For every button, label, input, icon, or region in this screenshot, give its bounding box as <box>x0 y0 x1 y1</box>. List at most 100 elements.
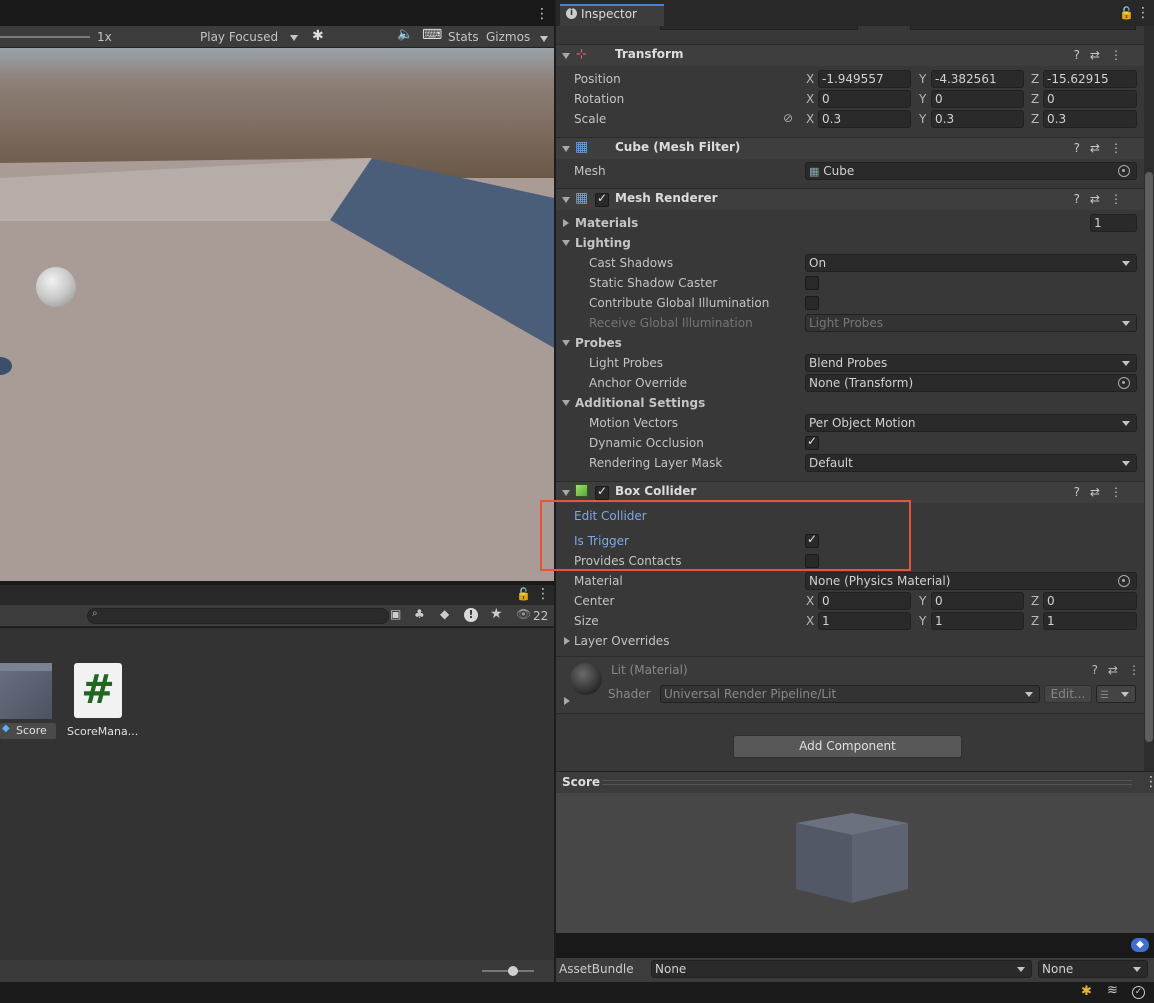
foldout-arrow-icon[interactable] <box>562 490 570 496</box>
center-x-field[interactable]: 0 <box>818 592 911 610</box>
sphere-object[interactable] <box>36 267 76 307</box>
probes-foldout[interactable]: Probes <box>575 333 622 353</box>
axis-x-label: X <box>806 72 815 86</box>
foldout-arrow-icon[interactable] <box>562 53 570 59</box>
foldout-arrow-icon[interactable] <box>562 146 570 152</box>
dynamic-occlusion-checkbox[interactable] <box>805 434 819 450</box>
asset-item-scoremanager[interactable]: # ScoreMana... <box>64 663 138 738</box>
label-icon[interactable]: ◆ <box>440 607 449 621</box>
gizmos-button[interactable]: Gizmos <box>486 27 530 47</box>
component-header-icons[interactable]: ?⇄⋮ <box>1074 192 1132 206</box>
scale-z-field[interactable]: 0.3 <box>1043 110 1137 128</box>
center-y-field[interactable]: 0 <box>931 592 1024 610</box>
scale-slider[interactable] <box>0 36 90 38</box>
size-x-field[interactable]: 1 <box>818 612 911 630</box>
mesh-filter-header[interactable]: ▦ Cube (Mesh Filter) ?⇄⋮ <box>556 137 1144 159</box>
cast-shadows-dropdown[interactable]: On <box>805 254 1137 272</box>
motion-vectors-dropdown[interactable]: Per Object Motion <box>805 414 1137 432</box>
bug-icon[interactable]: ✱ <box>312 28 324 44</box>
foldout-arrow-icon[interactable] <box>562 197 570 203</box>
position-z-field[interactable]: -15.62915 <box>1043 70 1137 88</box>
material-header-icons[interactable]: ?⇄⋮ <box>1092 663 1150 677</box>
scale-y-field[interactable]: 0.3 <box>931 110 1024 128</box>
position-x-field[interactable]: -1.949557 <box>818 70 911 88</box>
physics-material-field[interactable]: None (Physics Material) <box>805 572 1137 590</box>
preview-drag-bar[interactable] <box>602 780 1132 785</box>
materials-label[interactable]: Materials <box>575 213 638 233</box>
static-shadow-checkbox[interactable] <box>805 276 819 290</box>
scrollbar-thumb[interactable] <box>1145 172 1153 742</box>
light-probes-dropdown[interactable]: Blend Probes <box>805 354 1137 372</box>
foldout-arrow-icon[interactable] <box>563 219 569 227</box>
inspector-scrollbar[interactable] <box>1144 26 1154 771</box>
shader-options-dropdown[interactable]: ☰ <box>1096 685 1136 703</box>
favorite-star-icon[interactable]: ★ <box>490 606 503 622</box>
eye-icon[interactable]: 👁 <box>516 607 531 621</box>
rotation-x-field[interactable]: 0 <box>818 90 911 108</box>
additional-settings-foldout[interactable]: Additional Settings <box>575 393 705 413</box>
add-component-button[interactable]: Add Component <box>733 735 962 758</box>
mesh-renderer-header[interactable]: ▦ Mesh Renderer ?⇄⋮ <box>556 188 1144 210</box>
lighting-foldout[interactable]: Lighting <box>575 233 631 253</box>
rotation-y-field[interactable]: 0 <box>931 90 1024 108</box>
search-filter-icon[interactable]: ▣ <box>390 607 401 621</box>
tag-dropdown[interactable] <box>660 26 858 30</box>
more-options-icon[interactable]: ⋮ <box>1136 5 1150 21</box>
lock-icon[interactable]: 🔓 <box>516 587 531 601</box>
position-y-field[interactable]: -4.382561 <box>931 70 1024 88</box>
foldout-arrow-icon[interactable] <box>562 400 570 406</box>
layer-overrides-foldout[interactable]: Layer Overrides <box>574 631 669 651</box>
audio-icon[interactable]: 🔈 <box>397 27 413 42</box>
lock-icon[interactable]: 🔓 <box>1119 6 1134 20</box>
layers-icon[interactable]: ≋ <box>1107 983 1118 998</box>
gizmos-chevron-icon[interactable] <box>540 36 548 42</box>
tab-inspector[interactable]: i Inspector <box>560 4 664 26</box>
transform-header[interactable]: ⊹ Transform ?⇄⋮ <box>556 44 1144 66</box>
foldout-arrow-icon[interactable] <box>562 340 570 346</box>
object-picker-icon[interactable] <box>1118 575 1130 587</box>
component-header-icons[interactable]: ?⇄⋮ <box>1074 141 1132 155</box>
anchor-override-field[interactable]: None (Transform) <box>805 374 1137 392</box>
size-y-field[interactable]: 1 <box>931 612 1024 630</box>
component-header-icons[interactable]: ?⇄⋮ <box>1074 48 1132 62</box>
foldout-arrow-icon[interactable] <box>564 697 570 705</box>
game-viewport[interactable] <box>0 48 554 581</box>
layer-dropdown[interactable] <box>910 26 1136 30</box>
asset-bundle-variant-dropdown[interactable]: None <box>1038 960 1148 978</box>
contribute-gi-checkbox[interactable] <box>805 296 819 310</box>
unlink-icon[interactable]: ⊘ <box>783 111 793 125</box>
anchor-override-value: None (Transform) <box>809 376 914 390</box>
axis-x-label: X <box>806 594 815 608</box>
scale-x-field[interactable]: 0.3 <box>818 110 911 128</box>
rotation-z-field[interactable]: 0 <box>1043 90 1137 108</box>
more-options-icon[interactable]: ⋮ <box>1144 774 1154 790</box>
project-search-input[interactable]: ⌕ <box>87 608 389 624</box>
enabled-checkbox[interactable] <box>595 484 609 500</box>
zoom-slider-thumb[interactable] <box>508 966 518 976</box>
center-z-field[interactable]: 0 <box>1043 592 1137 610</box>
object-picker-icon[interactable] <box>1118 165 1130 177</box>
enabled-checkbox[interactable] <box>595 191 609 207</box>
check-status-icon[interactable]: ✓ <box>1132 986 1145 999</box>
foldout-arrow-icon[interactable] <box>564 637 570 645</box>
filter-type-icon[interactable]: ♣ <box>414 607 425 621</box>
stats-button[interactable]: Stats <box>448 27 479 47</box>
tag-icon[interactable]: ◆ <box>1131 938 1149 952</box>
more-options-icon[interactable]: ⋮ <box>535 6 549 22</box>
preview-area[interactable] <box>556 793 1154 933</box>
warning-icon[interactable]: ! <box>464 608 478 622</box>
foldout-arrow-icon[interactable] <box>562 240 570 246</box>
asset-item-score[interactable]: ◆ Score <box>0 663 58 739</box>
shader-edit-button[interactable]: Edit... <box>1044 685 1092 703</box>
more-options-icon[interactable]: ⋮ <box>536 586 550 602</box>
build-status-icon[interactable]: ✱ <box>1081 984 1092 999</box>
asset-bundle-dropdown[interactable]: None <box>651 960 1032 978</box>
rendering-layer-mask-dropdown[interactable]: Default <box>805 454 1137 472</box>
mesh-object-field[interactable]: ▦ Cube <box>805 162 1137 180</box>
play-mode-dropdown[interactable]: Play Focused <box>196 27 304 47</box>
materials-count-field[interactable]: 1 <box>1090 214 1137 232</box>
keyboard-icon[interactable]: ⌨ <box>422 27 442 43</box>
size-z-field[interactable]: 1 <box>1043 612 1137 630</box>
object-picker-icon[interactable] <box>1118 377 1130 389</box>
component-header-icons[interactable]: ?⇄⋮ <box>1074 485 1132 499</box>
